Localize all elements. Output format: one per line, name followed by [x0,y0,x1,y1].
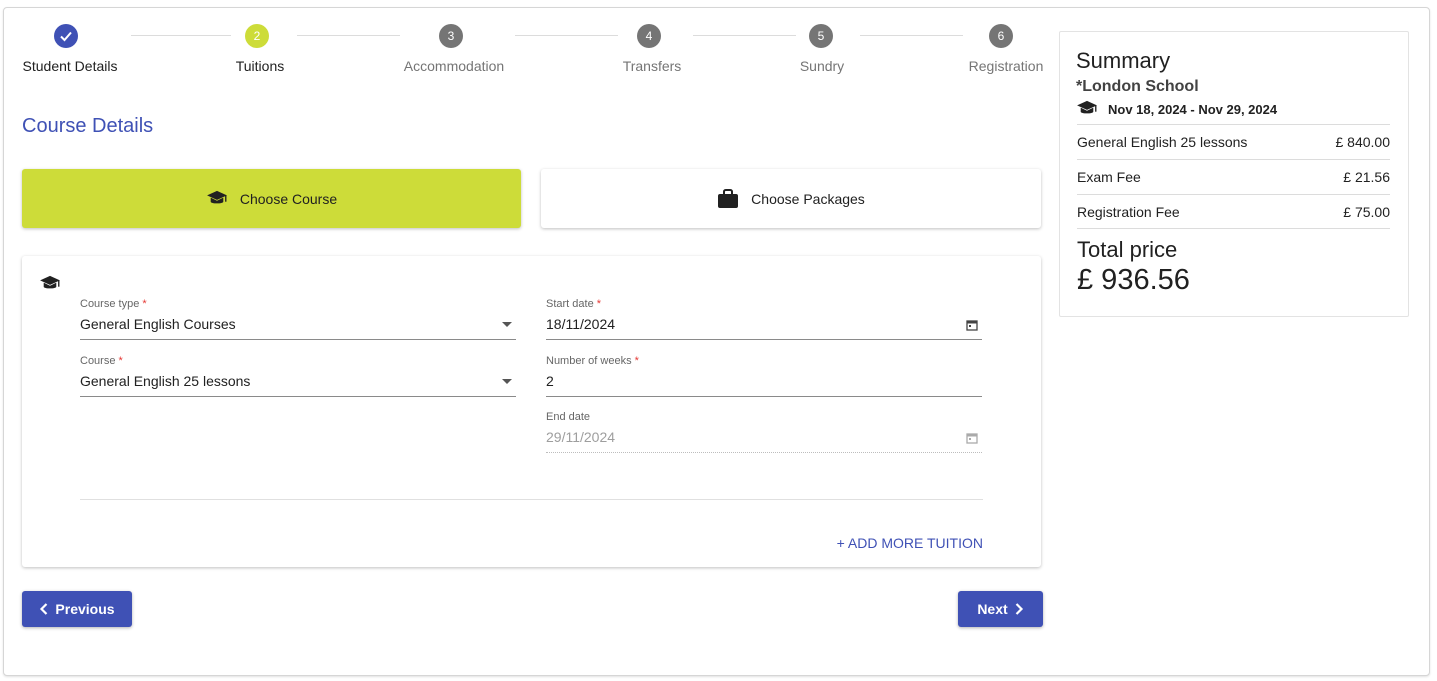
step-4-circle[interactable]: 4 [637,24,661,48]
chevron-right-icon [1015,603,1023,615]
step-5-circle[interactable]: 5 [809,24,833,48]
summary-item-label: Exam Fee [1077,169,1141,185]
start-date-input[interactable]: Start date * 18/11/2024 [546,298,982,340]
briefcase-icon [718,188,739,208]
summary-item: Exam Fee £ 21.56 [1077,159,1390,194]
choose-course-label: Choose Course [239,190,338,207]
step-1-label[interactable]: Student Details [23,58,118,74]
add-more-tuition-button[interactable]: + ADD MORE TUITION [837,535,983,551]
summary-item-price: £ 840.00 [1335,134,1391,150]
required-marker: * [596,298,601,310]
page-title: Course Details [22,115,154,137]
step-2-circle[interactable]: 2 [245,24,269,48]
total-price-value: £ 936.56 [1077,264,1190,296]
step-connector [693,35,796,36]
course-type-value: General English Courses [80,316,236,332]
end-date-input: End date 29/11/2024 [546,411,982,453]
course-label: Course [80,355,116,367]
step-6-circle[interactable]: 6 [989,24,1013,48]
course-select[interactable]: Course * General English 25 lessons [80,355,516,397]
calendar-icon[interactable] [966,319,978,331]
summary-item: Registration Fee £ 75.00 [1077,194,1390,229]
start-date-value: 18/11/2024 [546,316,616,332]
end-date-label: End date [546,411,591,423]
graduation-cap-icon [206,190,227,203]
step-3-circle[interactable]: 3 [439,24,463,48]
choose-course-button[interactable]: Choose Course [22,169,521,228]
next-button[interactable]: Next [958,591,1043,627]
summary-item-label: Registration Fee [1077,203,1180,220]
weeks-label: Number of weeks [546,355,632,367]
summary-dates: Nov 18, 2024 - Nov 29, 2024 [1076,100,1277,118]
course-type-select[interactable]: Course type * General English Courses [80,298,516,340]
calendar-icon [966,433,978,444]
required-marker: * [142,298,147,310]
required-marker: * [118,355,123,367]
chevron-down-icon [502,379,512,384]
step-1-circle[interactable] [54,24,78,48]
step-5-label[interactable]: Sundry [800,58,844,74]
chevron-down-icon [502,322,512,327]
required-marker: * [634,355,639,367]
course-type-label: Course type [80,298,140,310]
previous-label: Previous [55,601,115,617]
stepper: Student Details 2 Tuitions 3 Accommodati… [4,8,1049,88]
graduation-cap-icon [1077,100,1097,114]
step-connector [131,35,231,36]
total-price-label: Total price [1077,237,1178,262]
start-date-label: Start date [546,298,594,310]
summary-item-label: General English 25 lessons [1077,134,1248,150]
chevron-left-icon [40,603,48,615]
choose-packages-label: Choose Packages [751,190,865,207]
summary-panel: Summary *London School Nov 18, 2024 - No… [1059,31,1409,317]
step-2-label[interactable]: Tuitions [236,58,285,74]
step-connector [860,35,963,36]
step-3-label[interactable]: Accommodation [404,58,504,74]
school-name: *London School [1076,78,1199,95]
step-connector [515,35,618,36]
tuition-card: Course type * General English Courses Cou… [22,256,1041,567]
divider [80,499,983,500]
date-range: Nov 18, 2024 - Nov 29, 2024 [1108,101,1278,117]
step-connector [297,35,400,36]
check-icon [60,31,72,42]
step-6-label[interactable]: Registration [969,58,1044,74]
graduation-cap-icon [40,275,60,289]
weeks-input[interactable]: Number of weeks * 2 [546,355,982,397]
choose-packages-button[interactable]: Choose Packages [541,169,1041,228]
course-value: General English 25 lessons [80,373,251,389]
summary-item-price: £ 21.56 [1343,169,1390,185]
main-panel: Student Details 2 Tuitions 3 Accommodati… [3,7,1430,676]
summary-item: General English 25 lessons £ 840.00 [1077,124,1390,159]
next-label: Next [977,601,1008,617]
weeks-value: 2 [546,373,554,389]
summary-item-price: £ 75.00 [1343,203,1390,220]
end-date-value: 29/11/2024 [546,429,616,445]
summary-title: Summary [1076,48,1171,73]
step-4-label[interactable]: Transfers [623,58,682,74]
previous-button[interactable]: Previous [22,591,132,627]
